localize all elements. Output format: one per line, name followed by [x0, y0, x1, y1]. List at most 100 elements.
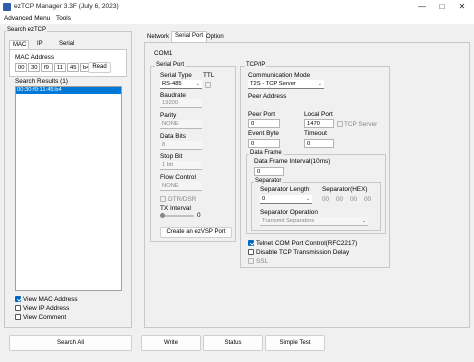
- telnet-checkbox[interactable]: [248, 240, 254, 246]
- separator-operation-select[interactable]: Transmit Separators ⌄: [260, 217, 368, 226]
- view-ip-checkbox[interactable]: [15, 305, 21, 311]
- read-button[interactable]: Read: [88, 62, 111, 73]
- search-all-button[interactable]: Search All: [9, 335, 132, 351]
- search-results-list[interactable]: [15, 86, 122, 291]
- menu-bar: [0, 14, 474, 24]
- stop-bit-value: 1 bit: [162, 162, 173, 168]
- ssl-label: SSL: [256, 258, 269, 265]
- flow-control-select[interactable]: NONE: [160, 182, 202, 191]
- event-byte-label: Event Byte: [248, 130, 279, 137]
- event-byte-input[interactable]: 0: [248, 139, 280, 148]
- serial-type-label: Serial Type: [160, 72, 192, 79]
- tab-serial-label: Serial: [59, 41, 75, 47]
- mac-octet-1[interactable]: 00: [15, 63, 27, 72]
- dtr-dsr-label: DTR/DSR: [168, 196, 197, 203]
- local-port-input[interactable]: 1470: [304, 119, 334, 128]
- separator-hex-2[interactable]: 00: [336, 196, 343, 203]
- mac-octet-3[interactable]: f9: [41, 63, 53, 72]
- separator-hex-label: Separator(HEX): [322, 186, 368, 193]
- tab-ip-label: IP: [37, 41, 43, 47]
- tx-interval-label: TX Interval: [160, 205, 191, 212]
- tx-interval-slider-handle[interactable]: [160, 213, 165, 218]
- maximize-icon[interactable]: □: [432, 0, 452, 14]
- tab-ip[interactable]: IP: [34, 40, 46, 48]
- data-frame-group-title: Data Frame: [249, 150, 283, 156]
- mac-octet-4[interactable]: 11: [54, 63, 66, 72]
- view-mac-checkbox[interactable]: [15, 296, 21, 302]
- tab-serial-port-label: Serial Port: [175, 33, 204, 39]
- view-comment-label: View Comment: [23, 314, 67, 321]
- stop-bit-select[interactable]: 1 bit: [160, 161, 202, 170]
- parity-label: Parity: [160, 112, 177, 119]
- ttl-checkbox[interactable]: [205, 82, 211, 88]
- view-ip-label: View IP Address: [23, 305, 70, 312]
- stop-bit-label: Stop Bit: [160, 153, 183, 160]
- communication-mode-label: Communication Mode: [248, 72, 311, 79]
- tab-option-label: Option: [206, 34, 224, 40]
- tx-interval-slider[interactable]: [162, 215, 194, 217]
- com-label: COM1: [154, 50, 173, 57]
- simple-test-button[interactable]: Simple Test: [265, 335, 325, 351]
- separator-length-value: 0: [262, 196, 266, 202]
- baudrate-value: 19200: [162, 100, 179, 106]
- disable-tcp-delay-checkbox[interactable]: [248, 249, 254, 255]
- window-title: ezTCP Manager 3.3F (July 6, 2023): [14, 3, 119, 10]
- ssl-checkbox[interactable]: [248, 258, 254, 264]
- flow-control-label: Flow Control: [160, 174, 196, 181]
- search-group-title: Search ezTCP: [6, 27, 48, 33]
- ttl-label: TTL: [203, 72, 215, 79]
- tcp-server-checkbox[interactable]: [337, 121, 343, 127]
- separator-length-label: Separator Length: [260, 186, 310, 193]
- serial-type-value: RS-485: [162, 81, 182, 87]
- separator-operation-value: Transmit Separators: [262, 218, 315, 224]
- tab-serial-port[interactable]: Serial Port: [171, 31, 208, 42]
- data-bits-select[interactable]: 8: [160, 141, 202, 150]
- minimize-icon[interactable]: —: [412, 0, 432, 14]
- peer-address-label: Peer Address: [248, 93, 287, 100]
- tab-mac[interactable]: MAC: [9, 40, 29, 49]
- peer-port-input[interactable]: 0: [248, 119, 280, 128]
- communication-mode-select[interactable]: T2S - TCP Server ⌄: [248, 80, 324, 89]
- app-icon: [3, 3, 11, 11]
- tcp-server-label: TCP Server: [344, 121, 378, 128]
- create-ezvsp-port-button[interactable]: Create an ezVSP Port: [160, 227, 232, 238]
- data-frame-interval-input[interactable]: 0: [254, 167, 284, 176]
- separator-hex-1[interactable]: 00: [322, 196, 329, 203]
- separator-group-title: Separator: [254, 178, 283, 184]
- timeout-input[interactable]: 0: [304, 139, 334, 148]
- status-button[interactable]: Status: [203, 335, 263, 351]
- timeout-label: Timeout: [304, 130, 327, 137]
- close-icon[interactable]: ✕: [452, 0, 472, 14]
- view-mac-label: View MAC Address: [23, 296, 78, 303]
- tcpip-group-title: TCP/IP: [245, 62, 267, 68]
- view-comment-checkbox[interactable]: [15, 314, 21, 320]
- tab-option[interactable]: Option: [203, 33, 227, 41]
- separator-hex-3[interactable]: 00: [350, 196, 357, 203]
- flow-control-value: NONE: [162, 183, 179, 189]
- tab-mac-label: MAC: [13, 42, 27, 48]
- separator-length-select[interactable]: 0 ⌄: [260, 195, 312, 204]
- serial-type-select[interactable]: RS-485 ⌄: [160, 80, 202, 89]
- dtr-dsr-checkbox[interactable]: [160, 196, 166, 202]
- tab-network[interactable]: Network: [144, 33, 172, 41]
- separator-hex-4[interactable]: 00: [364, 196, 371, 203]
- tx-interval-value: 0: [197, 212, 201, 219]
- chevron-down-icon: ⌄: [317, 81, 322, 87]
- baudrate-select[interactable]: 19200: [160, 99, 202, 108]
- mac-octet-5[interactable]: 45: [67, 63, 79, 72]
- data-bits-value: 8: [162, 142, 166, 148]
- chevron-down-icon: ⌄: [195, 81, 200, 87]
- tab-network-label: Network: [147, 34, 170, 40]
- communication-mode-value: T2S - TCP Server: [250, 81, 296, 87]
- menu-tools[interactable]: Tools: [56, 15, 71, 22]
- disable-tcp-delay-label: Disable TCP Transmission Delay: [256, 249, 350, 256]
- menu-advanced[interactable]: Advanced Menu: [4, 15, 50, 22]
- parity-select[interactable]: NONE: [160, 120, 202, 129]
- tab-serial[interactable]: Serial: [56, 40, 77, 48]
- chevron-down-icon: ⌄: [361, 218, 366, 224]
- write-button[interactable]: Write: [141, 335, 201, 351]
- telnet-label: Telnet COM Port Control(RFC2217): [256, 240, 358, 247]
- separator-operation-label: Separator Operation: [260, 209, 318, 216]
- search-result-item[interactable]: 00:30:f9:11:45:b4: [16, 87, 121, 94]
- mac-octet-2[interactable]: 30: [28, 63, 40, 72]
